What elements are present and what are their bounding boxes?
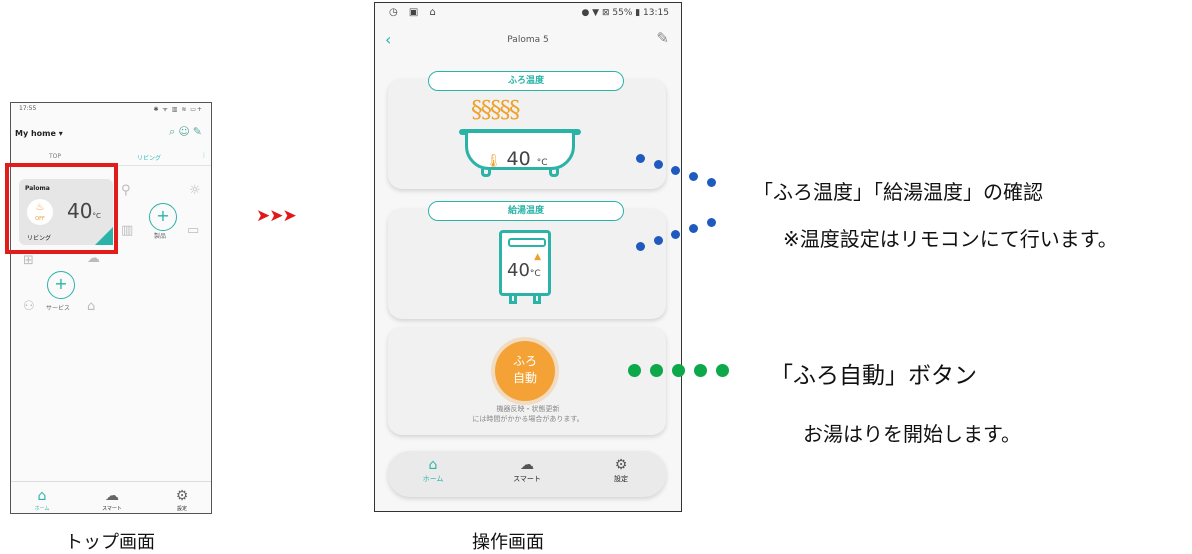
caption-top-screen: トップ画面 bbox=[65, 532, 155, 553]
person-icon: ⚇ bbox=[23, 299, 35, 314]
status-left-icons: ◷ ▣ ⌂ bbox=[389, 7, 440, 18]
add-service-label: サービス bbox=[46, 305, 71, 312]
status-icons: ✱ ᯤ ▥ ≋ ▭+ bbox=[153, 106, 203, 113]
auto-bath-button[interactable]: ふろ 自動 bbox=[495, 341, 555, 401]
tab-top[interactable]: TOP bbox=[49, 153, 61, 160]
annotation-auto-button: 「ふろ自動」ボタン bbox=[770, 363, 977, 389]
water-heater-icon: ▲ 40°C bbox=[499, 230, 551, 296]
status-note: 機器反映・状態更新には時間がかかる場合があります。 bbox=[375, 404, 681, 424]
header-toolbar: ⌕☺✎ bbox=[169, 125, 205, 139]
thermometer-icon: 🌡 bbox=[485, 154, 502, 169]
house-icon: ⌂ bbox=[87, 299, 96, 314]
bath-temp-display: 🌡 40 °C bbox=[485, 148, 548, 170]
nav-smart-label: スマート bbox=[513, 475, 541, 483]
gear-icon: ⚙ bbox=[175, 488, 189, 504]
hot-water-temp-title: 給湯温度 bbox=[428, 201, 624, 221]
bath-temp-value: 40 bbox=[506, 148, 531, 170]
nav-smart[interactable]: ☁ スマート bbox=[502, 457, 552, 484]
bulb-icon: ☼ bbox=[189, 183, 201, 198]
sensor-icon: ⚲ bbox=[121, 183, 131, 198]
nav-home-label: ホーム bbox=[34, 506, 50, 512]
nav-home-label: ホーム bbox=[422, 475, 444, 483]
tv-icon: ▭ bbox=[187, 223, 200, 238]
hot-water-temp-value: 40 bbox=[507, 260, 530, 281]
nav-settings-label: 設定 bbox=[176, 506, 187, 512]
status-right: ● ▼ ⊠ 55% ▮ 13:15 bbox=[581, 8, 669, 18]
more-icon[interactable]: ⋮ bbox=[201, 152, 207, 159]
device-icon: ⊞ bbox=[23, 253, 34, 268]
nav-settings[interactable]: ⚙ 設定 bbox=[157, 488, 207, 512]
auto-button-line1: ふろ bbox=[512, 354, 537, 368]
home-icon: ⌂ bbox=[428, 457, 438, 473]
annotation-temp-setting-note: ※温度設定はリモコンにて行います。 bbox=[783, 227, 1118, 251]
caption-operation-screen: 操作画面 bbox=[472, 532, 544, 553]
add-product-button[interactable]: + bbox=[149, 203, 177, 231]
nav-smart-label: スマート bbox=[102, 506, 122, 512]
nav-settings-label: 設定 bbox=[614, 475, 628, 483]
auto-button-line2: 自動 bbox=[512, 371, 537, 385]
status-battery-time: 55% ▮ 13:15 bbox=[612, 8, 669, 18]
operation-screen-phone: ◷ ▣ ⌂ ● ▼ ⊠ 55% ▮ 13:15 ‹ Paloma 5 ✎ ふろ温… bbox=[374, 2, 682, 512]
annotation-auto-button-desc: お湯はりを開始します。 bbox=[803, 422, 1021, 446]
note-line1: 機器反映・状態更新 bbox=[496, 405, 560, 413]
note-line2: には時間がかかる場合があります。 bbox=[472, 415, 584, 423]
search-device-icon[interactable]: ⌕ bbox=[169, 125, 178, 138]
gear-icon: ⚙ bbox=[614, 457, 628, 473]
heater-legs bbox=[509, 296, 541, 304]
appliance-icon: ▥ bbox=[121, 223, 134, 238]
home-selector[interactable]: My home ▾ bbox=[15, 129, 63, 138]
transition-arrows: ➤➤➤ bbox=[256, 206, 297, 226]
nav-smart[interactable]: ☁ スマート bbox=[87, 488, 137, 512]
add-service-button[interactable]: + bbox=[47, 271, 75, 299]
nav-home[interactable]: ⌂ ホーム bbox=[17, 488, 67, 512]
bath-temp-title: ふろ温度 bbox=[428, 71, 624, 91]
edit-icon[interactable]: ✎ bbox=[656, 29, 669, 47]
edit-icon[interactable]: ✎ bbox=[193, 125, 205, 138]
header: ‹ Paloma 5 ✎ bbox=[375, 23, 681, 57]
hot-water-temp-display: 40°C bbox=[507, 260, 541, 281]
steam-icon: §§§§§ bbox=[471, 97, 520, 123]
nav-settings[interactable]: ⚙ 設定 bbox=[596, 457, 646, 484]
bathtub-legs bbox=[481, 169, 559, 177]
device-title: Paloma 5 bbox=[507, 35, 549, 45]
status-time: 17:55 bbox=[19, 105, 37, 112]
heater-display-bar bbox=[508, 238, 546, 247]
message-icon[interactable]: ☺ bbox=[178, 125, 192, 138]
temp-unit: °C bbox=[536, 158, 548, 168]
cloud-icon: ☁ bbox=[520, 457, 534, 473]
status-bar: 17:55 ✱ ᯤ ▥ ≋ ▭+ bbox=[11, 103, 211, 115]
nav-home[interactable]: ⌂ ホーム bbox=[408, 457, 458, 484]
temp-unit: °C bbox=[529, 269, 541, 279]
highlight-box bbox=[5, 163, 118, 254]
status-bar: ◷ ▣ ⌂ ● ▼ ⊠ 55% ▮ 13:15 bbox=[375, 3, 681, 23]
bottom-nav: ⌂ ホーム ☁ スマート ⚙ 設定 bbox=[11, 481, 211, 513]
annotation-confirm-temps: 「ふろ温度」「給湯温度」の確認 bbox=[753, 180, 1043, 204]
cloud-icon: ☁ bbox=[105, 488, 119, 504]
tab-living[interactable]: リビング bbox=[137, 153, 161, 162]
status-signal-icons: ● ▼ ⊠ bbox=[581, 8, 613, 18]
bottom-nav: ⌂ ホーム ☁ スマート ⚙ 設定 bbox=[388, 451, 666, 497]
home-icon: ⌂ bbox=[37, 488, 47, 504]
add-product-label: 製品 bbox=[154, 233, 167, 240]
